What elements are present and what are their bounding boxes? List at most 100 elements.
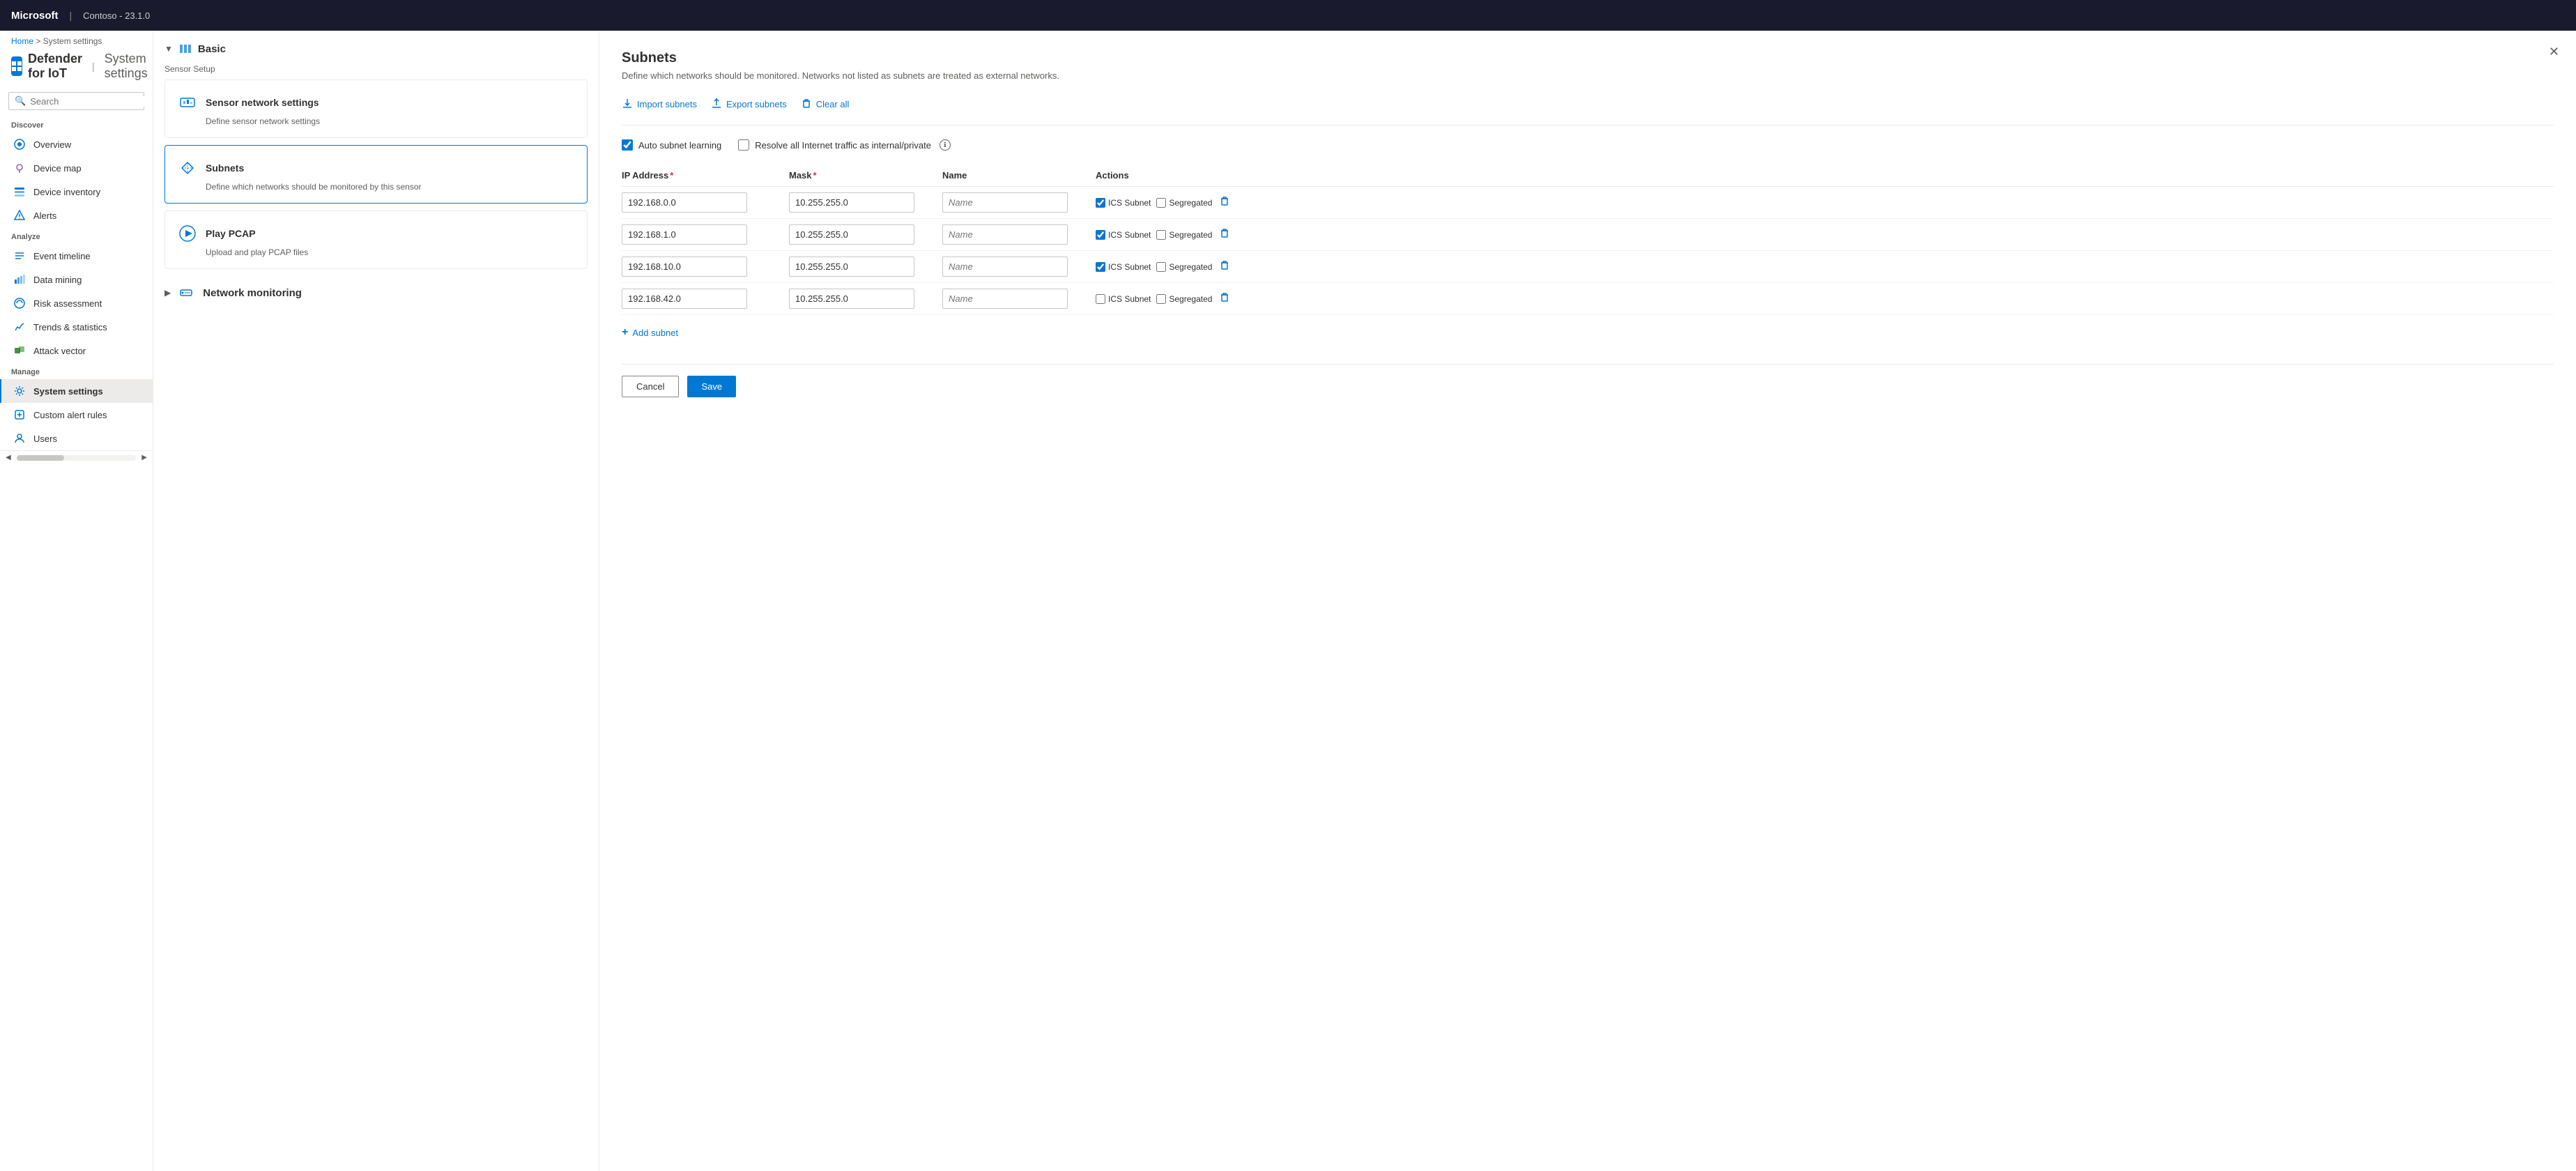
export-subnets-button[interactable]: Export subnets [711, 95, 787, 114]
sensor-network-card[interactable]: Sensor network settings Define sensor ne… [164, 79, 588, 138]
add-subnet-label: Add subnet [632, 328, 678, 338]
ics-subnet-label-1[interactable]: ICS Subnet [1096, 230, 1151, 240]
ics-subnet-label-3[interactable]: ICS Subnet [1096, 294, 1151, 304]
mask-input-3[interactable] [789, 289, 914, 309]
segregated-label-2[interactable]: Segregated [1156, 262, 1212, 272]
panel-title: Subnets [622, 50, 2554, 66]
panel-footer: Cancel Save [622, 364, 2554, 397]
segregated-label-3[interactable]: Segregated [1156, 294, 1212, 304]
clear-all-button[interactable]: Clear all [801, 95, 850, 114]
top-bar-divider: | [70, 10, 72, 21]
page-subtitle: System settings [105, 52, 148, 81]
resolve-internet-checkbox[interactable] [738, 139, 749, 151]
segregated-text-0: Segregated [1169, 198, 1212, 208]
sidebar-item-alerts[interactable]: Alerts [0, 204, 153, 227]
ics-subnet-label-2[interactable]: ICS Subnet [1096, 262, 1151, 272]
auto-subnet-learning-label[interactable]: Auto subnet learning [622, 139, 721, 151]
title-divider: | [92, 61, 95, 72]
segregated-label-1[interactable]: Segregated [1156, 230, 1212, 240]
ip-input-1[interactable] [622, 224, 747, 245]
ip-cell-0 [622, 192, 789, 213]
name-input-0[interactable] [942, 192, 1068, 213]
ip-input-0[interactable] [622, 192, 747, 213]
search-box[interactable]: 🔍 [8, 92, 144, 110]
name-input-2[interactable] [942, 257, 1068, 277]
ip-input-2[interactable] [622, 257, 747, 277]
ics-subnet-label-0[interactable]: ICS Subnet [1096, 198, 1151, 208]
sidebar-item-custom-alert-rules[interactable]: Custom alert rules [0, 403, 153, 427]
sidebar-item-system-settings[interactable]: System settings [0, 379, 153, 403]
scroll-right-arrow[interactable]: ▶ [141, 454, 147, 461]
delete-button-0[interactable] [1218, 194, 1232, 211]
sidebar-item-data-mining[interactable]: Data mining [0, 268, 153, 291]
search-input[interactable] [30, 96, 153, 107]
subnets-icon [176, 157, 199, 179]
scroll-left-arrow[interactable]: ◀ [6, 454, 11, 461]
brand-name: Microsoft [11, 10, 59, 22]
sidebar-item-device-inventory[interactable]: Device inventory [0, 180, 153, 204]
basic-section-title: Basic [198, 43, 226, 55]
ics-subnet-checkbox-1[interactable] [1096, 230, 1105, 240]
mask-input-0[interactable] [789, 192, 914, 213]
resolve-internet-label[interactable]: Resolve all Internet traffic as internal… [738, 139, 951, 151]
app-title: Defender for IoT [28, 52, 82, 81]
segregated-checkbox-0[interactable] [1156, 198, 1166, 208]
ics-subnet-checkbox-2[interactable] [1096, 262, 1105, 272]
alerts-icon [13, 208, 26, 222]
play-pcap-card[interactable]: Play PCAP Upload and play PCAP files [164, 211, 588, 269]
subnets-card[interactable]: Subnets Define which networks should be … [164, 145, 588, 204]
actions-cell-0: ICS Subnet Segregated [1096, 194, 1235, 211]
basic-section-header[interactable]: ▼ Basic [164, 42, 588, 56]
cancel-button[interactable]: Cancel [622, 376, 679, 397]
auto-subnet-learning-checkbox[interactable] [622, 139, 633, 151]
app-container: Home > System settings Defender for IoT … [0, 31, 2576, 1171]
sidebar-item-overview[interactable]: Overview [0, 132, 153, 156]
horizontal-scroll-bar[interactable]: ◀ ▶ [0, 450, 153, 464]
mask-input-2[interactable] [789, 257, 914, 277]
device-map-icon [13, 161, 26, 175]
clear-icon [801, 98, 812, 111]
name-cell-3 [942, 289, 1096, 309]
mask-input-1[interactable] [789, 224, 914, 245]
sidebar-item-attack-vector[interactable]: Attack vector [0, 339, 153, 362]
import-subnets-button[interactable]: Import subnets [622, 95, 697, 114]
header-mask: Mask* [789, 170, 942, 181]
sidebar-label-attack-vector: Attack vector [33, 346, 86, 356]
resolve-internet-info-icon[interactable]: ℹ [940, 139, 951, 151]
table-row: ICS Subnet Segregated [622, 187, 2554, 219]
delete-button-2[interactable] [1218, 258, 1232, 275]
sensor-network-icon [176, 91, 199, 114]
export-icon [711, 98, 722, 111]
name-cell-0 [942, 192, 1096, 213]
sidebar-item-device-map[interactable]: Device map [0, 156, 153, 180]
segregated-label-0[interactable]: Segregated [1156, 198, 1212, 208]
sidebar-label-alerts: Alerts [33, 211, 56, 221]
instance-label: Contoso - 23.1.0 [83, 10, 150, 21]
name-input-3[interactable] [942, 289, 1068, 309]
mask-required-marker: * [813, 170, 817, 181]
save-button[interactable]: Save [687, 376, 736, 397]
ics-subnet-checkbox-3[interactable] [1096, 294, 1105, 304]
add-subnet-plus-icon: + [622, 326, 628, 339]
sidebar-item-risk-assessment[interactable]: Risk assessment [0, 291, 153, 315]
network-monitoring-icon [179, 286, 193, 300]
add-subnet-button[interactable]: + Add subnet [622, 323, 678, 342]
breadcrumb-home[interactable]: Home [11, 36, 33, 46]
discover-section-label: Discover [0, 116, 153, 132]
close-button[interactable]: ✕ [2549, 45, 2559, 59]
sidebar-item-users[interactable]: Users [0, 427, 153, 450]
segregated-checkbox-1[interactable] [1156, 230, 1166, 240]
attack-vector-icon [13, 344, 26, 358]
segregated-checkbox-3[interactable] [1156, 294, 1166, 304]
ics-subnet-checkbox-0[interactable] [1096, 198, 1105, 208]
sidebar-label-trends-statistics: Trends & statistics [33, 322, 107, 332]
segregated-checkbox-2[interactable] [1156, 262, 1166, 272]
sidebar-item-event-timeline[interactable]: Event timeline [0, 244, 153, 268]
sidebar-item-trends-statistics[interactable]: Trends & statistics [0, 315, 153, 339]
ip-input-3[interactable] [622, 289, 747, 309]
delete-button-1[interactable] [1218, 226, 1232, 243]
delete-button-3[interactable] [1218, 290, 1232, 307]
network-monitoring-header[interactable]: ▶ Network monitoring [164, 280, 588, 305]
manage-section-label: Manage [0, 362, 153, 379]
name-input-1[interactable] [942, 224, 1068, 245]
